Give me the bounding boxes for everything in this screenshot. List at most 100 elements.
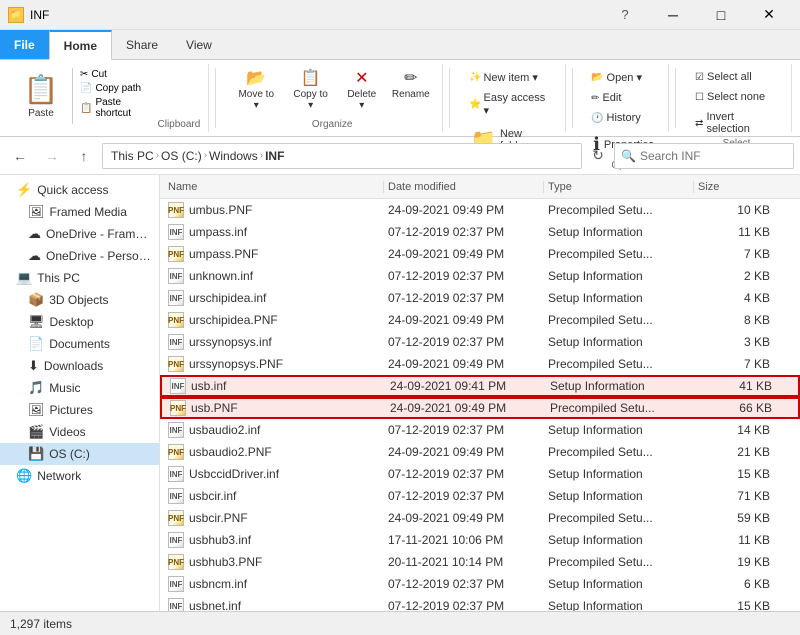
history-button[interactable]: 🕐 History [586,109,646,127]
pnf-icon: PNF [168,312,184,328]
ribbon-content: 📋 Paste ✂ Cut 📄 Copy path 📋 Paste shortc… [0,60,800,136]
file-row[interactable]: PNF urssynopsys.PNF 24-09-2021 09:49 PM … [160,353,800,375]
search-input[interactable] [640,149,795,163]
file-name: PNF usbcir.PNF [164,510,384,527]
sidebar-item-music[interactable]: 🎵Music [0,377,159,399]
close-button[interactable]: ✕ [746,0,792,30]
sidebar-item-quick-access[interactable]: ⚡Quick access [0,179,159,201]
new-item-button[interactable]: ✨ New item ▾ [464,68,557,87]
sidebar-icon-os-c: 💾 [28,446,44,462]
rename-button[interactable]: ✏ Rename [388,68,435,103]
inf-icon: INF [170,378,186,394]
paste-shortcut-button[interactable]: 📋 Paste shortcut [77,96,158,120]
sidebar-icon-network: 🌐 [16,468,32,484]
file-size: 71 KB [694,489,774,503]
select-group: ☑ Select all ☐ Select none ⇄ Invert sele… [682,64,792,132]
col-name[interactable]: Name [164,181,384,193]
col-date[interactable]: Date modified [384,181,544,193]
file-row[interactable]: PNF usb.PNF 24-09-2021 09:49 PM Precompi… [160,397,800,419]
file-row[interactable]: PNF umbus.PNF 24-09-2021 09:49 PM Precom… [160,199,800,221]
tab-file[interactable]: File [0,30,49,59]
col-type[interactable]: Type [544,181,694,193]
file-size: 15 KB [694,599,774,611]
sidebar-item-downloads[interactable]: ⬇Downloads [0,355,159,377]
sidebar-item-pictures[interactable]: 🖼Pictures [0,399,159,421]
cut-button[interactable]: ✂ Cut [77,68,158,81]
sidebar-item-videos[interactable]: 🎬Videos [0,421,159,443]
inf-icon: INF [168,224,184,240]
file-row[interactable]: INF usbnet.inf 07-12-2019 02:37 PM Setup… [160,595,800,611]
select-none-button[interactable]: ☐ Select none [690,88,770,106]
back-button[interactable]: ← [6,142,34,170]
file-row[interactable]: PNF usbcir.PNF 24-09-2021 09:49 PM Preco… [160,507,800,529]
search-bar[interactable]: 🔍 [614,143,794,169]
file-row[interactable]: PNF urschipidea.PNF 24-09-2021 09:49 PM … [160,309,800,331]
file-row[interactable]: INF usbhub3.inf 17-11-2021 10:06 PM Setu… [160,529,800,551]
select-all-button[interactable]: ☑ Select all [690,68,757,86]
file-row[interactable]: INF usbaudio2.inf 07-12-2019 02:37 PM Se… [160,419,800,441]
file-row[interactable]: INF unknown.inf 07-12-2019 02:37 PM Setu… [160,265,800,287]
inf-icon: INF [168,268,184,284]
file-type: Precompiled Setu... [544,247,694,261]
sidebar-item-this-pc[interactable]: 💻This PC [0,267,159,289]
edit-button[interactable]: ✏ Edit [586,89,626,107]
ribbon-tabs: File Home Share View [0,30,800,60]
file-name: PNF usbhub3.PNF [164,554,384,571]
col-size[interactable]: Size [694,181,774,193]
easy-access-button[interactable]: ⭐ Easy access ▾ [464,89,557,120]
file-row[interactable]: PNF umpass.PNF 24-09-2021 09:49 PM Preco… [160,243,800,265]
divider-3 [572,68,573,128]
tab-view[interactable]: View [172,30,226,59]
forward-button[interactable]: → [38,142,66,170]
pnf-icon: PNF [168,510,184,526]
file-name: INF usbhub3.inf [164,532,384,549]
file-size: 66 KB [696,401,776,415]
sidebar-item-os-c[interactable]: 💾OS (C:) [0,443,159,465]
sidebar-item-desktop[interactable]: 🖥Desktop [0,311,159,333]
file-date: 24-09-2021 09:49 PM [386,401,546,415]
help-button[interactable]: ? [602,0,648,30]
file-name: INF umpass.inf [164,224,384,241]
file-row[interactable]: INF usbcir.inf 07-12-2019 02:37 PM Setup… [160,485,800,507]
sidebar-item-network[interactable]: 🌐Network [0,465,159,487]
divider-4 [675,68,676,128]
tab-home[interactable]: Home [49,30,112,60]
open-button[interactable]: 📂 Open ▾ [586,68,647,87]
file-row[interactable]: INF urschipidea.inf 07-12-2019 02:37 PM … [160,287,800,309]
invert-selection-button[interactable]: ⇄ Invert selection [690,108,783,138]
divider-1 [215,68,216,128]
sidebar-item-3d-objects[interactable]: 📦3D Objects [0,289,159,311]
file-date: 24-09-2021 09:49 PM [384,313,544,327]
file-row[interactable]: INF UsbccidDriver.inf 07-12-2019 02:37 P… [160,463,800,485]
sidebar-item-framed-media[interactable]: 🖼Framed Media [0,201,159,223]
file-row[interactable]: INF umpass.inf 07-12-2019 02:37 PM Setup… [160,221,800,243]
new-group: ✨ New item ▾ ⭐ Easy access ▾ 📁 New folde… [456,64,566,132]
file-name: INF UsbccidDriver.inf [164,466,384,483]
move-to-button[interactable]: 📂 Move to ▾ [230,68,282,114]
minimize-button[interactable]: ─ [650,0,696,30]
file-row[interactable]: INF usb.inf 24-09-2021 09:41 PM Setup In… [160,375,800,397]
file-row[interactable]: INF urssynopsys.inf 07-12-2019 02:37 PM … [160,331,800,353]
address-bar[interactable]: This PC › OS (C:) › Windows › INF [102,143,582,169]
history-icon: 🕐 [591,113,603,124]
sidebar-item-onedrive-framed[interactable]: ☁OneDrive - Framed Media [0,223,159,245]
inf-icon: INF [168,532,184,548]
file-row[interactable]: PNF usbhub3.PNF 20-11-2021 10:14 PM Prec… [160,551,800,573]
file-row[interactable]: INF usbncm.inf 07-12-2019 02:37 PM Setup… [160,573,800,595]
crumb-os: OS (C:) [161,149,202,163]
sidebar-icon-framed-media: 🖼 [28,204,45,220]
delete-button[interactable]: ✕ Delete ▾ [339,68,384,114]
sidebar-icon-music: 🎵 [28,380,44,396]
refresh-button[interactable]: ↻ [586,144,610,168]
maximize-button[interactable]: □ [698,0,744,30]
sidebar-item-onedrive-personal[interactable]: ☁OneDrive - Personal [0,245,159,267]
sidebar-item-documents[interactable]: 📄Documents [0,333,159,355]
copy-path-button[interactable]: 📄 Copy path [77,82,158,95]
select-none-icon: ☐ [695,92,704,103]
tab-share[interactable]: Share [112,30,172,59]
file-name: PNF usb.PNF [166,400,386,417]
up-button[interactable]: ↑ [70,142,98,170]
paste-button[interactable]: 📋 Paste [16,68,66,124]
copy-to-button[interactable]: 📋 Copy to ▾ [285,68,336,114]
file-row[interactable]: PNF usbaudio2.PNF 24-09-2021 09:49 PM Pr… [160,441,800,463]
